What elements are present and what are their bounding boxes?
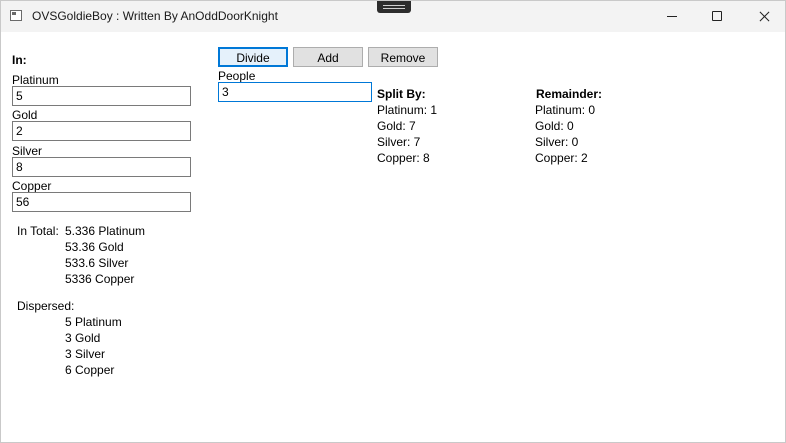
total-copper: 5336 Copper	[65, 272, 135, 286]
add-button[interactable]: Add	[293, 47, 363, 67]
remainder-heading: Remainder:	[536, 87, 603, 101]
split-silver: Silver: 7	[377, 135, 421, 149]
app-window: OVSGoldieBoy : Written By AnOddDoorKnigh…	[0, 0, 786, 443]
window-title: OVSGoldieBoy : Written By AnOddDoorKnigh…	[32, 9, 278, 23]
remainder-platinum: Platinum: 0	[535, 103, 596, 117]
dispersed-silver: 3 Silver	[65, 347, 106, 361]
app-icon	[10, 10, 22, 21]
dispersed-copper: 6 Copper	[65, 363, 115, 377]
divide-button[interactable]: Divide	[218, 47, 288, 67]
snap-grip-icon[interactable]	[377, 1, 411, 13]
dispersed-label: Dispersed:	[17, 299, 75, 313]
dispersed-platinum: 5 Platinum	[65, 315, 122, 329]
people-label: People	[218, 69, 256, 83]
platinum-label: Platinum	[12, 73, 59, 87]
gold-input[interactable]	[12, 121, 191, 141]
close-button[interactable]	[741, 1, 786, 32]
remainder-gold: Gold: 0	[535, 119, 574, 133]
total-gold: 53.36 Gold	[65, 240, 124, 254]
remainder-silver: Silver: 0	[535, 135, 579, 149]
copper-label: Copper	[12, 179, 52, 193]
split-by-heading: Split By:	[377, 87, 426, 101]
split-gold: Gold: 7	[377, 119, 416, 133]
maximize-button[interactable]	[695, 1, 741, 32]
remove-button[interactable]: Remove	[368, 47, 438, 67]
people-input[interactable]	[218, 82, 372, 102]
gold-label: Gold	[12, 108, 38, 122]
platinum-input[interactable]	[12, 86, 191, 106]
total-silver: 533.6 Silver	[65, 256, 129, 270]
silver-label: Silver	[12, 144, 43, 158]
split-platinum: Platinum: 1	[377, 103, 438, 117]
silver-input[interactable]	[12, 157, 191, 177]
minimize-button[interactable]	[649, 1, 695, 32]
in-total-label: In Total:	[17, 224, 59, 238]
split-copper: Copper: 8	[377, 151, 430, 165]
input-heading: In:	[12, 53, 27, 67]
dispersed-gold: 3 Gold	[65, 331, 101, 345]
total-platinum: 5.336 Platinum	[65, 224, 146, 238]
copper-input[interactable]	[12, 192, 191, 212]
title-bar[interactable]: OVSGoldieBoy : Written By AnOddDoorKnigh…	[1, 1, 785, 32]
remainder-copper: Copper: 2	[535, 151, 588, 165]
